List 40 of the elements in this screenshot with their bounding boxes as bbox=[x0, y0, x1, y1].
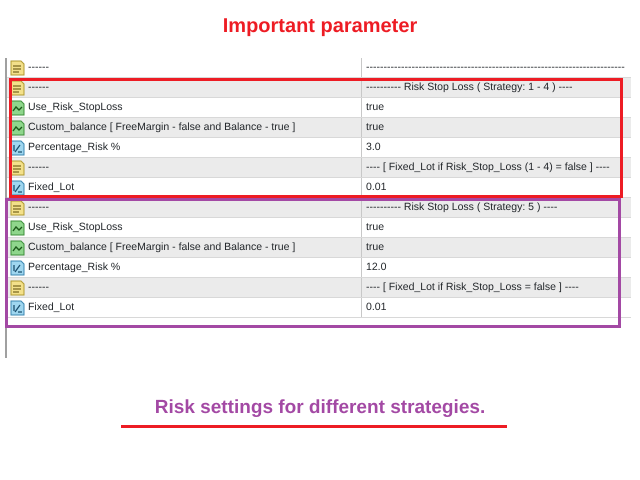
parameter-value: ---------- Risk Stop Loss ( Strategy: 5 ) ---- bbox=[365, 200, 558, 215]
number-type-icon bbox=[9, 140, 25, 156]
parameter-value: true bbox=[365, 220, 384, 235]
parameter-value: -------------------------------------------------------------------------- bbox=[365, 60, 625, 75]
parameter-name: ------ bbox=[28, 200, 49, 215]
parameter-value: ---------- Risk Stop Loss ( Strategy: 1 - 4 ) ---- bbox=[365, 80, 573, 95]
parameter-name: Use_Risk_StopLoss bbox=[28, 100, 123, 115]
boolean-type-icon bbox=[9, 240, 25, 256]
annotation-caption: Risk settings for different strategies. bbox=[154, 396, 486, 420]
parameter-value: true bbox=[365, 240, 384, 255]
string-type-icon bbox=[9, 160, 25, 176]
string-type-icon bbox=[9, 200, 25, 216]
boolean-type-icon bbox=[9, 220, 25, 236]
number-type-icon bbox=[9, 180, 25, 196]
string-type-icon bbox=[9, 280, 25, 296]
parameter-value: 0.01 bbox=[365, 180, 386, 195]
parameter-value: 0.01 bbox=[365, 300, 386, 315]
number-type-icon bbox=[9, 260, 25, 276]
parameter-value: true bbox=[365, 120, 384, 135]
parameter-name: Percentage_Risk % bbox=[28, 260, 120, 275]
parameter-name: Fixed_Lot bbox=[28, 300, 74, 315]
parameter-name: ------ bbox=[28, 280, 49, 295]
annotation-title: Important parameter bbox=[222, 14, 418, 39]
boolean-type-icon bbox=[9, 120, 25, 136]
parameter-name: ------ bbox=[28, 80, 49, 95]
parameter-value: 3.0 bbox=[365, 140, 381, 155]
boolean-type-icon bbox=[9, 100, 25, 116]
parameter-value: ---- [ Fixed_Lot if Risk_Stop_Loss = false ] ---- bbox=[365, 280, 579, 295]
string-type-icon bbox=[9, 60, 25, 76]
parameter-name: Percentage_Risk % bbox=[28, 140, 120, 155]
parameter-value: 12.0 bbox=[365, 260, 386, 275]
parameter-name: Use_Risk_StopLoss bbox=[28, 220, 123, 235]
parameter-name: Custom_balance [ FreeMargin - false and Balance - true ] bbox=[28, 120, 296, 135]
parameter-name: ------ bbox=[28, 160, 49, 175]
parameter-name: Fixed_Lot bbox=[28, 180, 74, 195]
parameter-value: ---- [ Fixed_Lot if Risk_Stop_Loss (1 - 4) = false ] ---- bbox=[365, 160, 610, 175]
parameter-name: ------ bbox=[28, 60, 49, 75]
parameter-value: true bbox=[365, 100, 384, 115]
number-type-icon bbox=[9, 300, 25, 316]
parameter-name: Custom_balance [ FreeMargin - false and Balance - true ] bbox=[28, 240, 296, 255]
